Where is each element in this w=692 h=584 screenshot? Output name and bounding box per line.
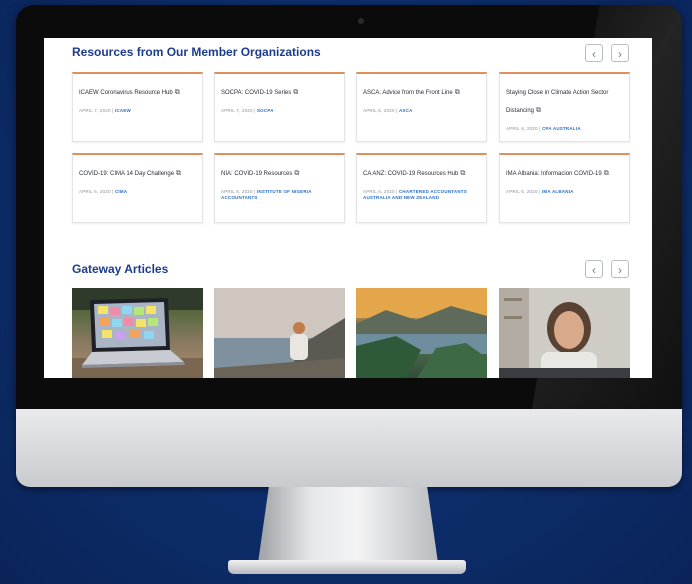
external-link-icon: ⧉ — [536, 107, 542, 114]
external-link-icon: ⧉ — [293, 89, 299, 96]
resources-next-button[interactable]: › — [611, 44, 629, 62]
external-link-icon: ⧉ — [603, 170, 609, 177]
card-title[interactable]: IMA Albania: Informacion COVID-19 ⧉ — [506, 162, 609, 179]
seaside-image — [214, 288, 345, 378]
resource-card[interactable]: Staying Close in Climate Action Sector D… — [499, 72, 630, 142]
external-link-icon: ⧉ — [460, 170, 466, 177]
landscape-image — [356, 288, 487, 378]
card-meta: APRIL 7, 2020 | SOCPA — [221, 108, 274, 113]
card-meta: APRIL 6, 2020 | CHARTERED ACCOUNTANTS AU… — [363, 189, 467, 200]
laptop-image — [72, 288, 203, 378]
card-title[interactable]: NIA: COVID-19 Resources ⧉ — [221, 162, 299, 179]
gateway-next-button[interactable]: › — [611, 260, 629, 278]
resource-card[interactable]: COVID-19: CIMA 14 Day Challenge ⧉ APRIL 6… — [72, 153, 203, 223]
card-title[interactable]: ICAEW Coronavirus Resource Hub ⧉ — [79, 81, 180, 98]
card-org-link[interactable]: CPA AUSTRALIA — [542, 126, 581, 131]
card-title[interactable]: COVID-19: CIMA 14 Day Challenge ⧉ — [79, 162, 181, 179]
card-title[interactable]: ASCA: Advice from the Front Line ⧉ — [363, 81, 460, 98]
resource-card[interactable]: SOCPA: COVID-19 Series ⧉ APRIL 7, 2020 | … — [214, 72, 345, 142]
card-meta: APRIL 6, 2020 | ASCA — [363, 108, 413, 113]
card-title[interactable]: CA ANZ: COVID-19 Resources Hub ⧉ — [363, 162, 465, 179]
resource-card[interactable]: NIA: COVID-19 Resources ⧉ APRIL 6, 2020 |… — [214, 153, 345, 223]
monitor-stand-base — [228, 560, 466, 574]
article-thumbnail-woman-laptop[interactable] — [499, 288, 630, 378]
card-date: APRIL 7, 2020 — [221, 108, 253, 113]
card-date: APRIL 6, 2020 — [363, 189, 395, 194]
card-meta: APRIL 6, 2020 | CIMA — [79, 189, 128, 194]
screen: Resources from Our Member Organizations … — [44, 38, 652, 378]
article-thumbnail-laptop[interactable] — [72, 288, 203, 378]
external-link-icon: ⧉ — [176, 170, 182, 177]
card-title[interactable]: SOCPA: COVID-19 Series ⧉ — [221, 81, 298, 98]
external-link-icon: ⧉ — [174, 89, 180, 96]
card-org-link[interactable]: ASCA — [399, 108, 413, 113]
card-date: APRIL 6, 2020 — [79, 189, 111, 194]
gateway-prev-button[interactable]: ‹ — [585, 260, 603, 278]
resource-card[interactable]: IMA Albania: Informacion COVID-19 ⧉ APRIL… — [499, 153, 630, 223]
card-date: APRIL 6, 2020 — [221, 189, 253, 194]
resource-card[interactable]: ASCA: Advice from the Front Line ⧉ APRIL … — [356, 72, 487, 142]
resource-card[interactable]: ICAEW Coronavirus Resource Hub ⧉ APRIL 7,… — [72, 72, 203, 142]
card-meta: APRIL 6, 2020 | IMA ALBANIA — [506, 189, 574, 194]
gateway-title: Gateway Articles — [72, 262, 169, 276]
card-title[interactable]: Staying Close in Climate Action Sector D… — [506, 81, 608, 116]
resources-title: Resources from Our Member Organizations — [72, 45, 321, 59]
woman-image — [499, 288, 630, 378]
article-thumbnail-seaside[interactable] — [214, 288, 345, 378]
card-meta: APRIL 6, 2020 | INSTITUTE OF NIGERIA ACC… — [221, 189, 312, 200]
resource-card[interactable]: CA ANZ: COVID-19 Resources Hub ⧉ APRIL 6,… — [356, 153, 487, 223]
monitor-chin — [16, 409, 682, 487]
external-link-icon: ⧉ — [294, 170, 300, 177]
monitor-stand-neck — [258, 487, 438, 563]
camera-icon — [358, 18, 364, 24]
card-date: APRIL 6, 2020 — [363, 108, 395, 113]
card-meta: APRIL 7, 2020 | ICAEW — [79, 108, 131, 113]
card-date: APRIL 6, 2020 — [506, 189, 538, 194]
card-org-link[interactable]: ICAEW — [115, 108, 131, 113]
card-org-link[interactable]: CIMA — [115, 189, 127, 194]
resources-prev-button[interactable]: ‹ — [585, 44, 603, 62]
card-date: APRIL 6, 2020 — [506, 126, 538, 131]
card-org-link[interactable]: SOCPA — [257, 108, 274, 113]
external-link-icon: ⧉ — [454, 89, 460, 96]
card-date: APRIL 7, 2020 — [79, 108, 111, 113]
article-thumbnail-landscape[interactable] — [356, 288, 487, 378]
card-meta: APRIL 6, 2020 | CPA AUSTRALIA — [506, 126, 581, 131]
card-org-link[interactable]: IMA ALBANIA — [542, 189, 574, 194]
